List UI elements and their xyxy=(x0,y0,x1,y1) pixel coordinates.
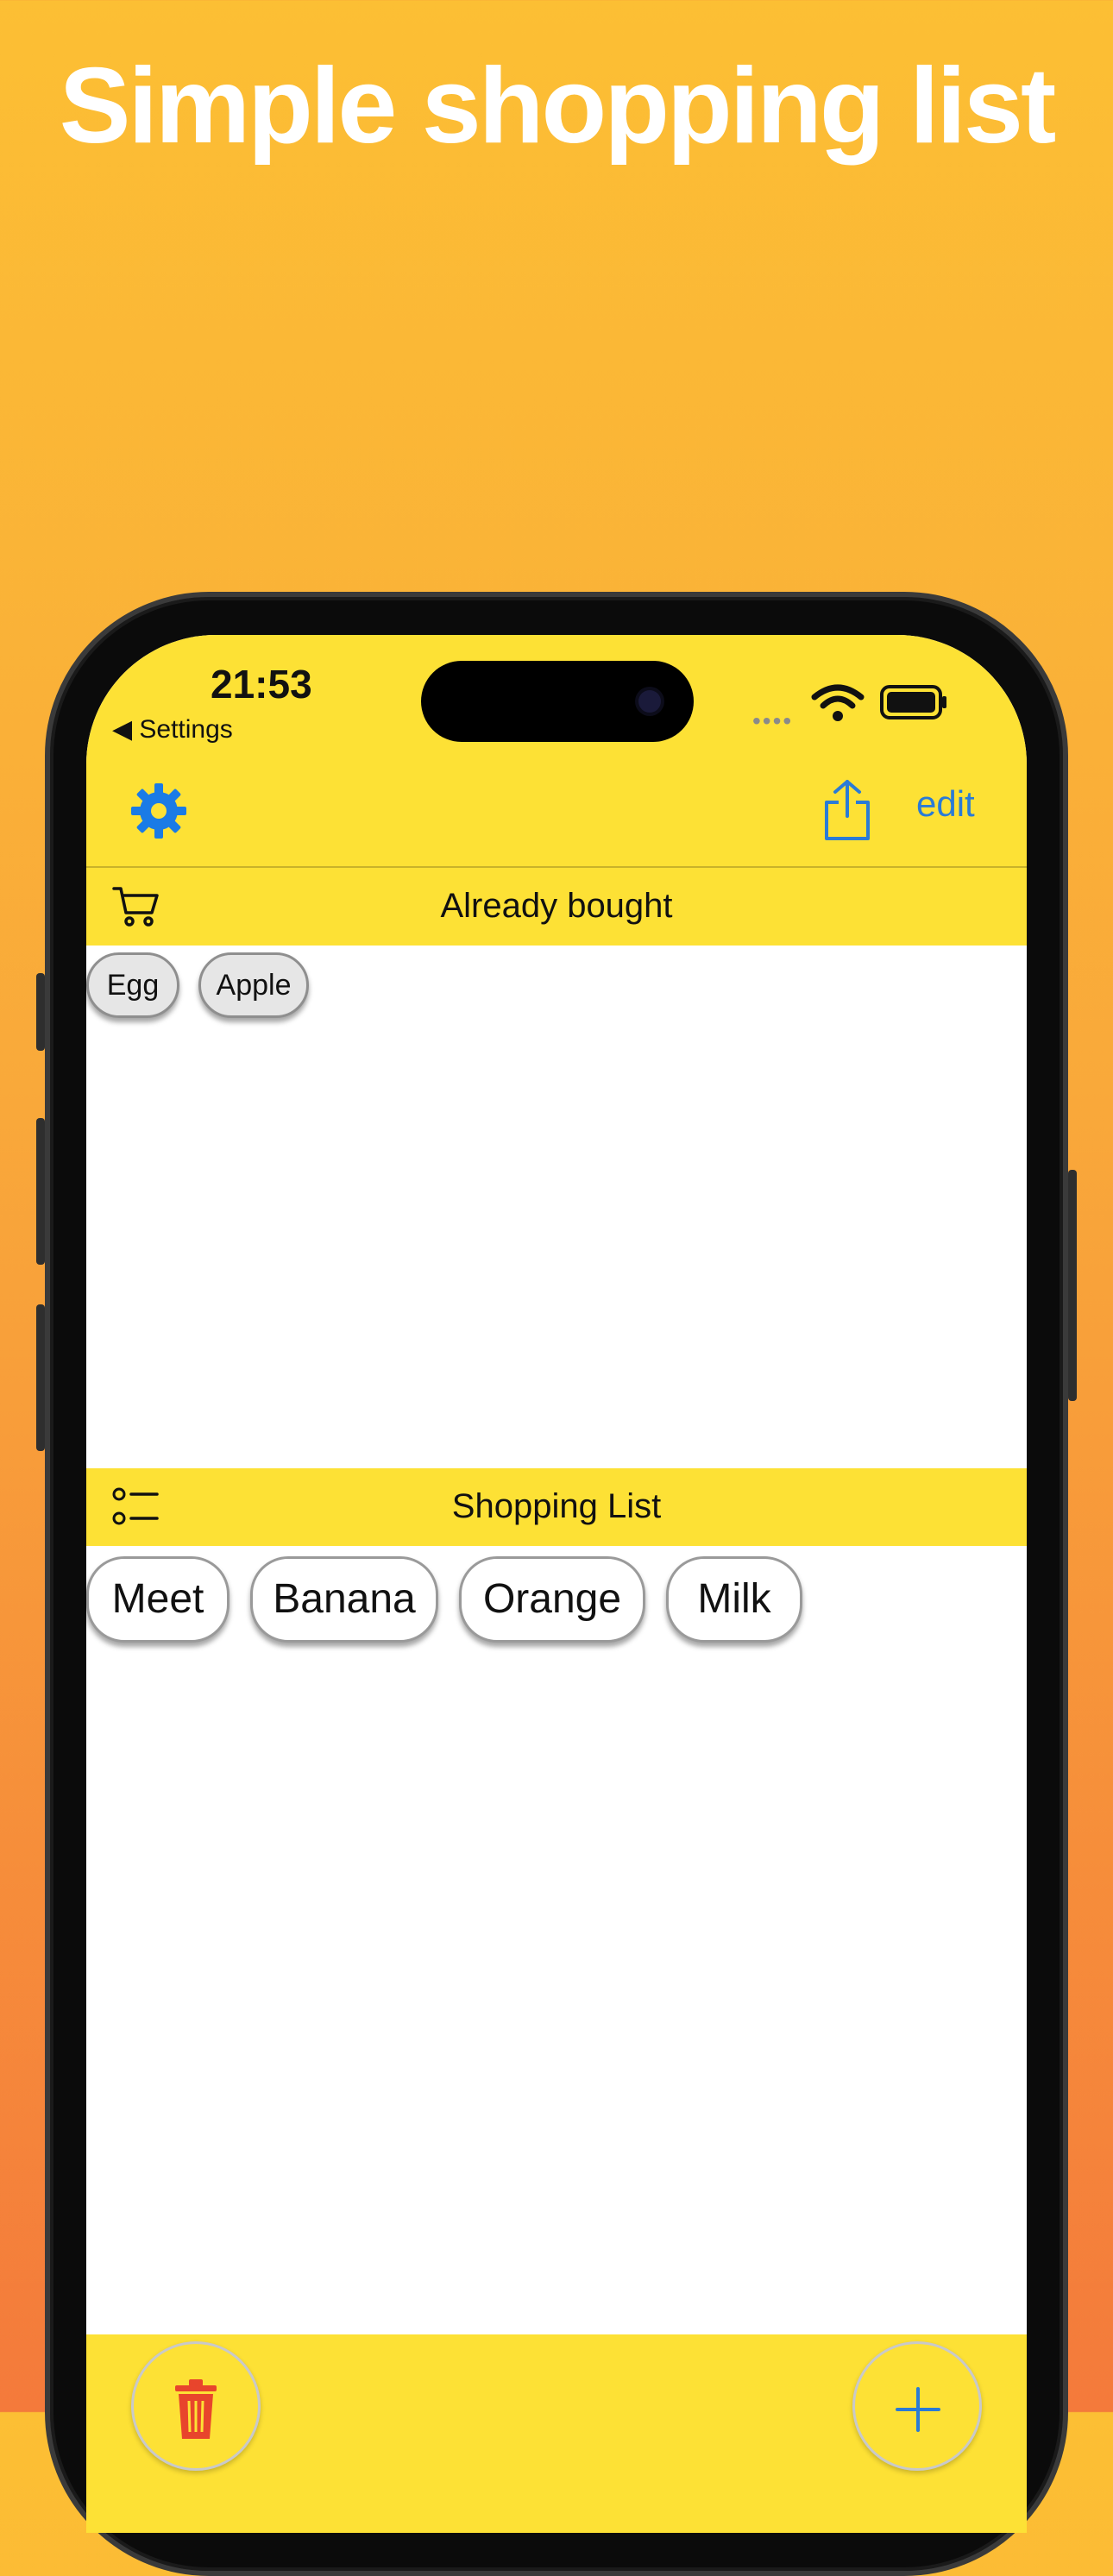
shopping-item-milk[interactable]: Milk xyxy=(666,1556,802,1643)
phone-power-button xyxy=(1068,1170,1077,1401)
signal-dots-icon: •••• xyxy=(752,707,794,734)
phone-volume-up-button xyxy=(36,1118,45,1265)
phone-volume-down-button xyxy=(36,1304,45,1451)
already-bought-title: Already bought xyxy=(440,887,673,925)
already-bought-list: Egg Apple xyxy=(86,942,1027,1218)
phone-action-button xyxy=(36,973,45,1051)
share-icon[interactable] xyxy=(821,778,873,844)
battery-icon xyxy=(880,685,946,719)
wifi-icon xyxy=(811,684,865,721)
bottom-toolbar xyxy=(86,2334,1027,2533)
shopping-list: Meet Banana Orange Milk xyxy=(86,1546,1027,2305)
shopping-item-meet[interactable]: Meet xyxy=(86,1556,230,1643)
app-screen: 21:53 ◀ Settings •••• edit Already bough… xyxy=(86,635,1027,2533)
trash-icon xyxy=(175,2379,217,2439)
promo-headline: Simple shopping list xyxy=(59,47,1057,166)
plus-icon xyxy=(896,2387,940,2432)
camera-icon xyxy=(638,690,661,713)
delete-button[interactable] xyxy=(131,2341,261,2471)
shopping-item-orange[interactable]: Orange xyxy=(459,1556,645,1643)
back-to-settings-link[interactable]: ◀ Settings xyxy=(112,714,233,745)
status-time: 21:53 xyxy=(211,662,312,707)
edit-button[interactable]: edit xyxy=(916,783,975,825)
top-toolbar: edit xyxy=(86,764,1027,868)
bought-item-apple[interactable]: Apple xyxy=(198,952,309,1018)
shopping-list-header: Shopping List xyxy=(86,1468,1027,1546)
already-bought-header: Already bought xyxy=(86,868,1027,946)
shopping-item-banana[interactable]: Banana xyxy=(250,1556,438,1643)
shopping-list-title: Shopping List xyxy=(451,1487,662,1525)
add-item-button[interactable] xyxy=(852,2341,982,2471)
bought-item-egg[interactable]: Egg xyxy=(86,952,179,1018)
gear-icon[interactable] xyxy=(129,782,188,840)
